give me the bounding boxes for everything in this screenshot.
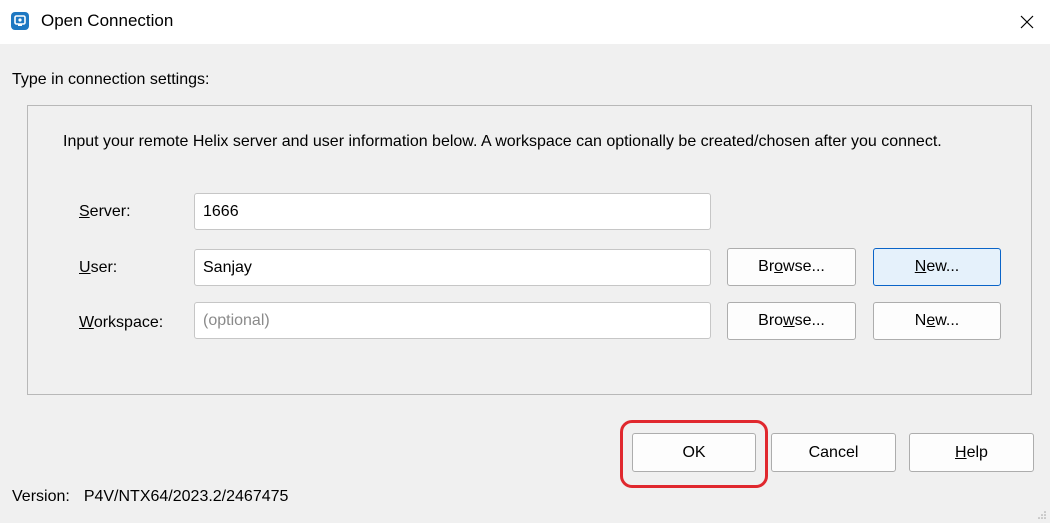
workspace-label: Workspace:	[79, 314, 164, 331]
workspace-browse-button[interactable]: Bro w se...	[727, 302, 856, 340]
version-label: Version:	[12, 488, 70, 505]
user-browse-button[interactable]: Br o wse...	[727, 248, 856, 286]
resize-grip-icon[interactable]	[1037, 510, 1047, 520]
user-new-button[interactable]: New...	[873, 248, 1001, 286]
user-label: User:	[79, 259, 118, 276]
server-input[interactable]: 1666	[194, 193, 711, 230]
version-info: Version: P4V/NTX64/2023.2/2467475	[12, 488, 288, 506]
server-label: Server:	[79, 203, 131, 220]
connection-settings-prompt: Type in connection settings:	[12, 71, 210, 88]
close-button[interactable]	[1004, 0, 1050, 44]
user-input[interactable]: Sanjay	[194, 249, 711, 286]
window-title: Open Connection	[41, 11, 174, 30]
description-text: Input your remote Helix server and user …	[63, 133, 942, 150]
workspace-new-button[interactable]: Ne w...	[873, 302, 1001, 340]
version-value: P4V/NTX64/2023.2/2467475	[83, 488, 289, 505]
close-icon	[1020, 15, 1034, 29]
help-button[interactable]: Help	[909, 433, 1034, 472]
title-bar: Open Connection	[0, 0, 1050, 44]
cancel-button[interactable]: Cancel	[771, 433, 896, 472]
workspace-input[interactable]: (optional)	[194, 302, 711, 339]
p4v-app-icon	[11, 12, 29, 30]
ok-highlight-annotation	[620, 420, 768, 488]
